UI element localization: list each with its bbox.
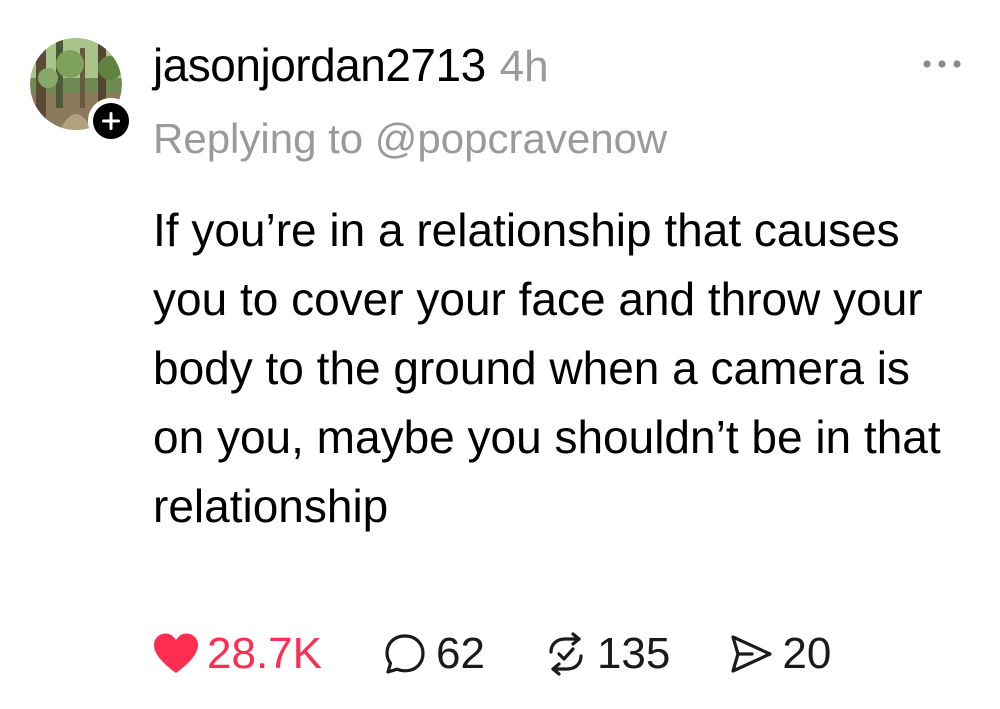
like-count: 28.7K [207,629,322,678]
comment-bubble-icon [385,634,425,674]
post-card: jasonjordan2713 4h Replying to @popcrave… [0,0,1000,709]
heart-icon [154,633,198,673]
like-button[interactable]: 28.7K [153,629,322,679]
reply-button[interactable]: 62 [382,629,485,679]
more-horizontal-icon [923,60,961,68]
repost-icon [549,632,583,676]
avatar-container[interactable] [30,38,134,144]
post-text: If you’re in a relationship that causes … [153,204,941,532]
username[interactable]: jasonjordan2713 [153,38,486,92]
repost-button[interactable]: 135 [543,629,670,679]
plus-icon [102,112,120,130]
send-icon [731,635,772,673]
share-count: 20 [782,629,832,678]
share-button[interactable]: 20 [728,629,831,679]
action-bar: 28.7K 62 135 20 [153,626,831,682]
replying-to-label[interactable]: Replying to @popcravenow [153,115,667,163]
more-options-button[interactable] [920,54,964,74]
follow-button[interactable] [88,98,134,144]
timestamp: 4h [499,42,549,91]
reply-count: 62 [435,629,485,678]
post-header: jasonjordan2713 4h [153,38,549,98]
repost-count: 135 [596,629,671,678]
